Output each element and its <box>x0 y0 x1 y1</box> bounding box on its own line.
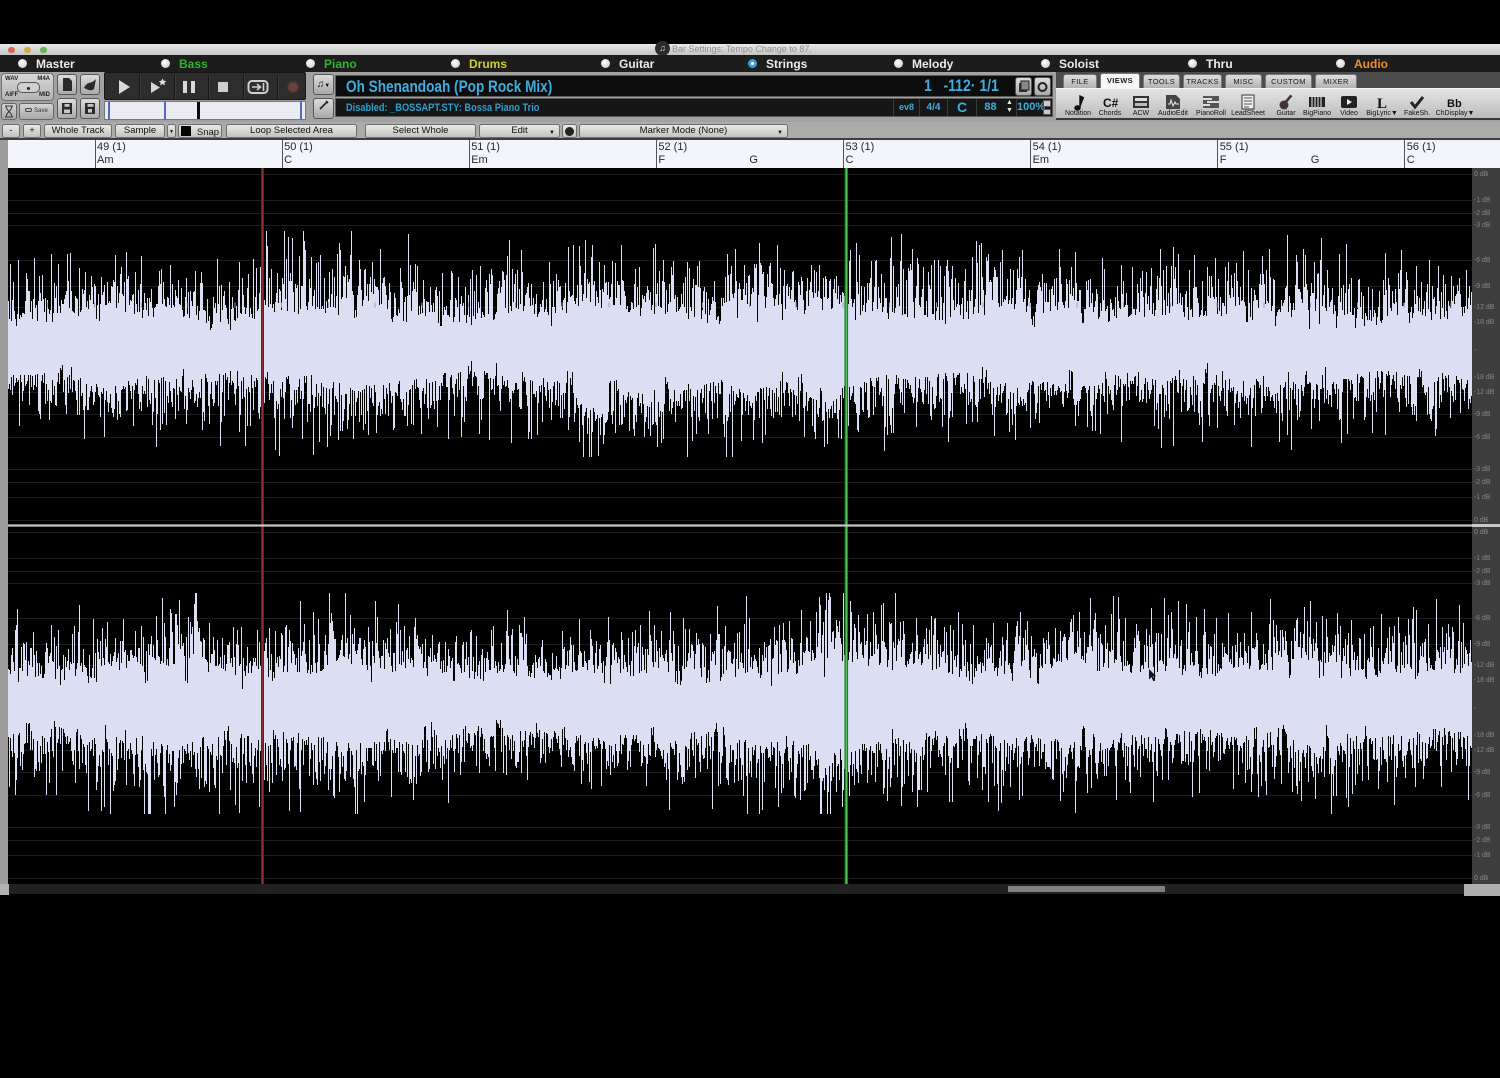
svg-text:C#: C# <box>1103 96 1119 110</box>
svg-text:Bb: Bb <box>1447 98 1462 110</box>
